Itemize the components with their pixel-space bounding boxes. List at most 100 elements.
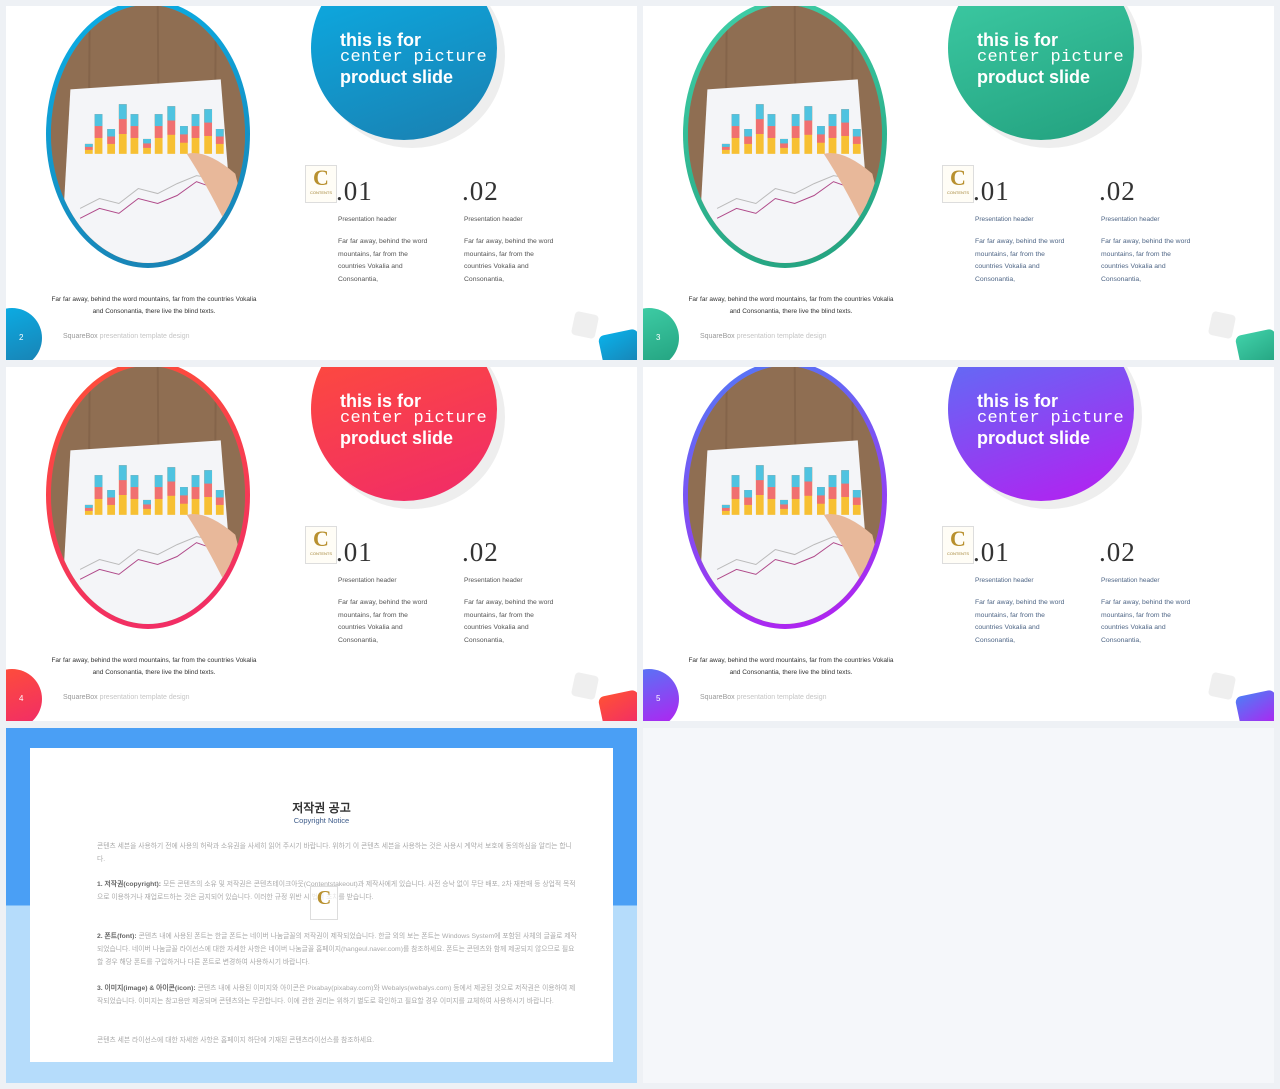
item-number: .02 [1099,176,1136,206]
item-body: Far far away, behind the word mountains,… [464,599,554,644]
logo-watermark: C [310,886,338,920]
copyright-title: 저작권 공고 [292,801,351,815]
item-number: .01 [336,176,373,206]
product-photo [51,367,245,624]
footer: SquareBox presentation template design [700,333,826,340]
photo-caption: Far far away, behind the word mountains,… [688,296,894,315]
item-number: .01 [973,176,1010,206]
footer: SquareBox presentation template design [700,694,826,701]
page-number-badge: 3 [643,308,679,360]
item-body: Far far away, behind the word mountains,… [338,238,428,283]
footer: SquareBox presentation template design [63,694,189,701]
copyright-section-3: 3. 이미지(image) & 아이콘(icon): 콘텐츠 내에 사용된 이미… [97,982,577,1008]
item-header: Presentation header [338,577,397,584]
photo-caption: Far far away, behind the word mountains,… [688,657,894,676]
logo-letter: C [950,165,966,190]
item-header: Presentation header [1101,216,1160,223]
contents-logo: C CONTENTS [305,526,337,564]
product-photo-frame [683,367,887,629]
item-body: Far far away, behind the word mountains,… [975,599,1065,644]
product-photo-frame [46,367,250,629]
product-photo [688,6,882,263]
item-header: Presentation header [338,216,397,223]
decorative-square [1207,310,1237,340]
copyright-intro: 콘텐츠 세븐을 사용하기 전에 사용의 허락과 소유권을 사세히 읽어 주시기 … [97,843,572,863]
logo-letter: C [950,526,966,551]
contents-logo: C CONTENTS [305,165,337,203]
title-line-3: product slide [977,67,1091,87]
title-line-3: product slide [340,67,454,87]
page-number: 5 [656,694,661,703]
footer-text: presentation template design [734,694,827,701]
decorative-accent-square [1234,328,1274,360]
title-line-2: center picture [977,48,1125,67]
slide-thumbnail[interactable]: this is for center picture product slide… [643,367,1274,721]
copyright-closing: 콘텐츠 세븐 라이선스에 대한 자세한 사항은 홈페이지 하단에 기재된 콘텐츠… [97,1037,375,1044]
logo-letter: C [313,165,329,190]
page-number-badge: 4 [6,669,42,721]
section-label: 1. 저작권(copyright): [97,881,162,888]
item-body: Far far away, behind the word mountains,… [464,238,554,283]
item-number: .01 [973,537,1010,567]
photo-caption: Far far away, behind the word mountains,… [51,296,257,315]
copyright-slide[interactable]: 저작권 공고 Copyright Notice 콘텐츠 세븐을 사용하기 전에 … [6,728,637,1083]
page-number-badge: 5 [643,669,679,721]
footer: SquareBox presentation template design [63,333,189,340]
title-line-3: product slide [977,428,1091,448]
decorative-square [570,671,600,701]
title-line-3: product slide [340,428,454,448]
contents-logo: C CONTENTS [942,165,974,203]
decorative-accent-square [597,328,637,360]
logo-sub: CONTENTS [310,190,332,195]
item-header: Presentation header [975,216,1034,223]
logo-sub: CONTENTS [310,551,332,556]
copyright-card: 저작권 공고 Copyright Notice 콘텐츠 세븐을 사용하기 전에 … [30,748,613,1062]
decorative-square [1207,671,1237,701]
section-text: 콘텐츠 내에 사용된 폰트는 한글 폰트는 네이버 나눔글꼴의 저작권이 제작되… [97,933,577,966]
contents-logo: C CONTENTS [942,526,974,564]
page-number: 2 [19,333,24,342]
item-number: .01 [336,537,373,567]
item-header: Presentation header [1101,577,1160,584]
item-body: Far far away, behind the word mountains,… [1101,599,1191,644]
section-label: 2. 폰트(font): [97,933,137,940]
copyright-subtitle: Copyright Notice [293,816,350,825]
footer-brand: SquareBox [63,333,98,340]
item-body: Far far away, behind the word mountains,… [975,238,1065,283]
item-body: Far far away, behind the word mountains,… [338,599,428,644]
title-line-2: center picture [340,48,488,67]
section-label: 3. 이미지(image) & 아이콘(icon): [97,985,196,992]
footer-brand: SquareBox [700,333,735,340]
page-number-badge: 2 [6,308,42,360]
logo-letter: C [316,887,332,909]
product-photo-frame [683,6,887,268]
item-body: Far far away, behind the word mountains,… [1101,238,1191,283]
item-header: Presentation header [464,216,523,223]
footer-text: presentation template design [734,333,827,340]
logo-letter: C [313,526,329,551]
empty-slot [643,728,1274,1083]
item-number: .02 [462,537,499,567]
slide-thumbnail[interactable]: this is for center picture product slide… [643,6,1274,360]
footer-brand: SquareBox [700,694,735,701]
product-photo [688,367,882,624]
decorative-accent-square [597,689,637,721]
product-photo-frame [46,6,250,268]
photo-caption: Far far away, behind the word mountains,… [51,657,257,676]
footer-text: presentation template design [97,694,190,701]
slide-thumbnail[interactable]: this is for center picture product slide… [6,6,637,360]
slide-thumbnail[interactable]: this is for center picture product slide… [6,367,637,721]
decorative-square [570,310,600,340]
footer-text: presentation template design [97,333,190,340]
item-number: .02 [462,176,499,206]
page-number: 4 [19,694,24,703]
item-header: Presentation header [464,577,523,584]
title-line-2: center picture [977,409,1125,428]
title-line-2: center picture [340,409,488,428]
page-number: 3 [656,333,661,342]
product-photo [51,6,245,263]
item-number: .02 [1099,537,1136,567]
decorative-accent-square [1234,689,1274,721]
footer-brand: SquareBox [63,694,98,701]
copyright-section-2: 2. 폰트(font): 콘텐츠 내에 사용된 폰트는 한글 폰트는 네이버 나… [97,930,577,969]
